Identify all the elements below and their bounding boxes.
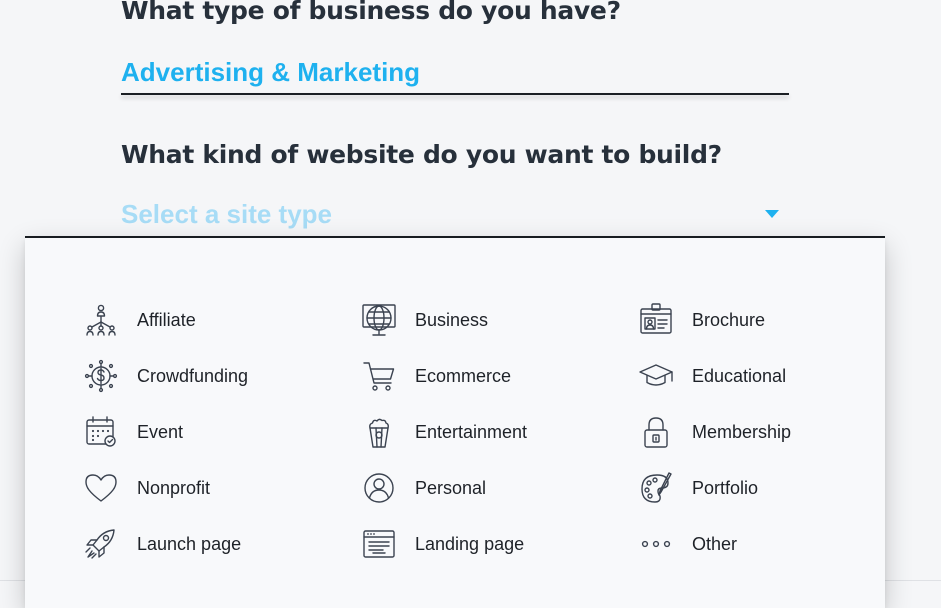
option-label: Business [415,309,489,330]
padlock-icon [638,414,674,450]
option-label: Affiliate [137,309,196,330]
option-business[interactable]: Business [361,300,488,340]
palette-icon [638,470,674,506]
popcorn-icon [361,414,397,450]
id-card-icon [638,302,674,338]
browser-window-icon [361,526,397,562]
option-label: Event [137,421,184,442]
option-label: Membership [692,421,792,442]
globe-icon [361,302,397,338]
option-membership[interactable]: Membership [638,412,791,452]
option-ecommerce[interactable]: Ecommerce [361,356,511,396]
option-entertainment[interactable]: Entertainment [361,412,527,452]
option-label: Other [692,533,738,554]
option-label: Entertainment [415,421,528,442]
business-question-heading: What type of business do you have? [121,0,621,25]
dots-icon [638,526,674,562]
option-launch-page[interactable]: Launch page [83,524,241,564]
network-people-icon [83,302,119,338]
shopping-cart-icon [361,358,397,394]
site-type-dropdown: Affiliate Business Brochure Crowdfunding… [25,238,885,608]
option-nonprofit[interactable]: Nonprofit [83,468,210,508]
option-label: Ecommerce [415,365,512,386]
site-question-heading: What kind of website do you want to buil… [121,140,722,169]
option-label: Educational [692,365,787,386]
heart-icon [83,470,119,506]
option-label: Crowdfunding [137,365,249,386]
option-educational[interactable]: Educational [638,356,786,396]
option-label: Brochure [692,309,766,330]
business-type-underline [121,93,789,95]
option-label: Personal [415,477,487,498]
option-other[interactable]: Other [638,524,737,564]
option-label: Nonprofit [137,477,211,498]
option-affiliate[interactable]: Affiliate [83,300,196,340]
business-type-input[interactable]: Advertising & Marketing [121,57,420,88]
option-event[interactable]: Event [83,412,183,452]
user-circle-icon [361,470,397,506]
graduation-cap-icon [638,358,674,394]
coin-gear-icon [83,358,119,394]
site-type-select[interactable]: Select a site type [121,199,332,230]
option-portfolio[interactable]: Portfolio [638,468,758,508]
calendar-icon [83,414,119,450]
option-landing-page[interactable]: Landing page [361,524,524,564]
option-label: Launch page [137,533,242,554]
option-label: Landing page [415,533,525,554]
chevron-down-icon[interactable] [765,210,779,218]
rocket-icon [83,526,119,562]
option-brochure[interactable]: Brochure [638,300,765,340]
option-personal[interactable]: Personal [361,468,486,508]
option-label: Portfolio [692,477,759,498]
option-crowdfunding[interactable]: Crowdfunding [83,356,248,396]
